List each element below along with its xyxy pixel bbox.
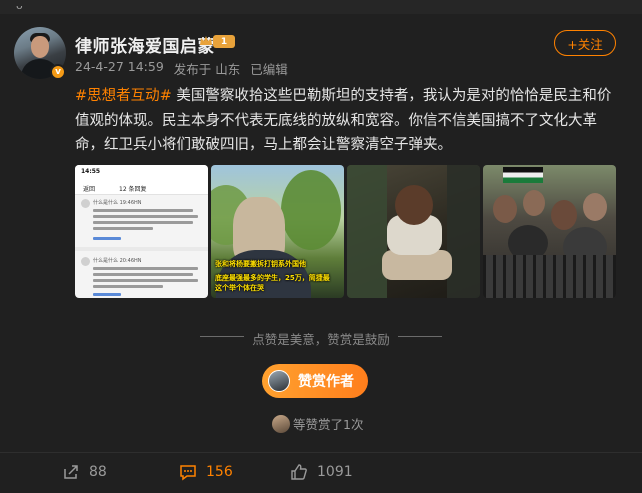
comment-count: 156 [206, 464, 233, 480]
post-source: 发布于 山东 [173, 62, 241, 77]
post-date[interactable]: 24-4-27 14:59 [75, 59, 164, 78]
footer-divider [0, 452, 642, 453]
follow-button[interactable]: +关注 [554, 30, 616, 56]
tip-text: 点赞是美意，赞赏是鼓励 [252, 332, 390, 347]
image-grid: 14:55 返回 12 条回复 什么是什么 19:46HN 什么是什么 20:4… [75, 165, 616, 298]
reward-author-button[interactable]: 赞赏作者 [262, 364, 368, 398]
screenshot-user-1: 什么是什么 19:46HN [93, 200, 142, 206]
tip-divider-right [398, 336, 442, 337]
rewarders-text: 等赞赏了1次 [293, 417, 364, 432]
screenshot-title: 12 条回复 [119, 186, 147, 193]
hashtag-link[interactable]: #思想者互动# [75, 88, 172, 104]
edited-label[interactable]: 已编辑 [250, 59, 288, 78]
rewarders-row[interactable]: 等赞赏了1次 [272, 414, 363, 433]
weibo-post-card: ᴗ v 律师张海爱国启蒙 1 24-4-27 14:59 发布于 山东 已编辑 … [0, 0, 642, 493]
rewarder-avatar [272, 414, 290, 433]
post-meta: 24-4-27 14:59 发布于 山东 已编辑 [75, 59, 288, 78]
video-caption-1: 张和将杨要搬拆打钥系外国他 [215, 260, 306, 268]
video-caption-3: 这个举个体在哭 [215, 284, 264, 292]
comment-icon [180, 465, 196, 481]
thumbs-up-icon [291, 464, 307, 480]
image-thumb-1[interactable]: 14:55 返回 12 条回复 什么是什么 19:46HN 什么是什么 20:4… [75, 165, 208, 298]
reward-author-avatar [268, 370, 290, 392]
top-strip-text: ᴗ [16, 0, 23, 12]
verified-icon: v [50, 64, 66, 80]
crown-icon [200, 36, 212, 45]
image-thumb-4[interactable] [483, 165, 616, 298]
screenshot-user-2: 什么是什么 20:46HN [93, 258, 142, 264]
share-icon [64, 465, 78, 479]
share-button[interactable]: 88 [62, 463, 107, 481]
like-count: 1091 [317, 464, 353, 480]
post-text: #思想者互动# 美国警察收拾这些巴勒斯坦的支持者，我认为是对的恰恰是民主和价值观… [75, 84, 620, 158]
screenshot-time: 14:55 [81, 168, 101, 175]
share-count: 88 [89, 464, 107, 480]
level-badge: 1 [213, 35, 235, 48]
author-name[interactable]: 律师张海爱国启蒙 [75, 32, 215, 57]
video-caption-2: 底座最强最多的学生，25万，简捷最 [215, 274, 330, 282]
image-thumb-2[interactable]: 张和将杨要搬拆打钥系外国他 底座最强最多的学生，25万，简捷最 这个举个体在哭 [211, 165, 344, 298]
comment-button[interactable]: 156 [179, 463, 233, 481]
top-strip: ᴗ [0, 0, 642, 14]
screenshot-back: 返回 [83, 186, 96, 193]
like-button[interactable]: 1091 [290, 463, 353, 481]
reward-label: 赞赏作者 [298, 374, 354, 390]
image-thumb-3[interactable] [347, 165, 480, 298]
